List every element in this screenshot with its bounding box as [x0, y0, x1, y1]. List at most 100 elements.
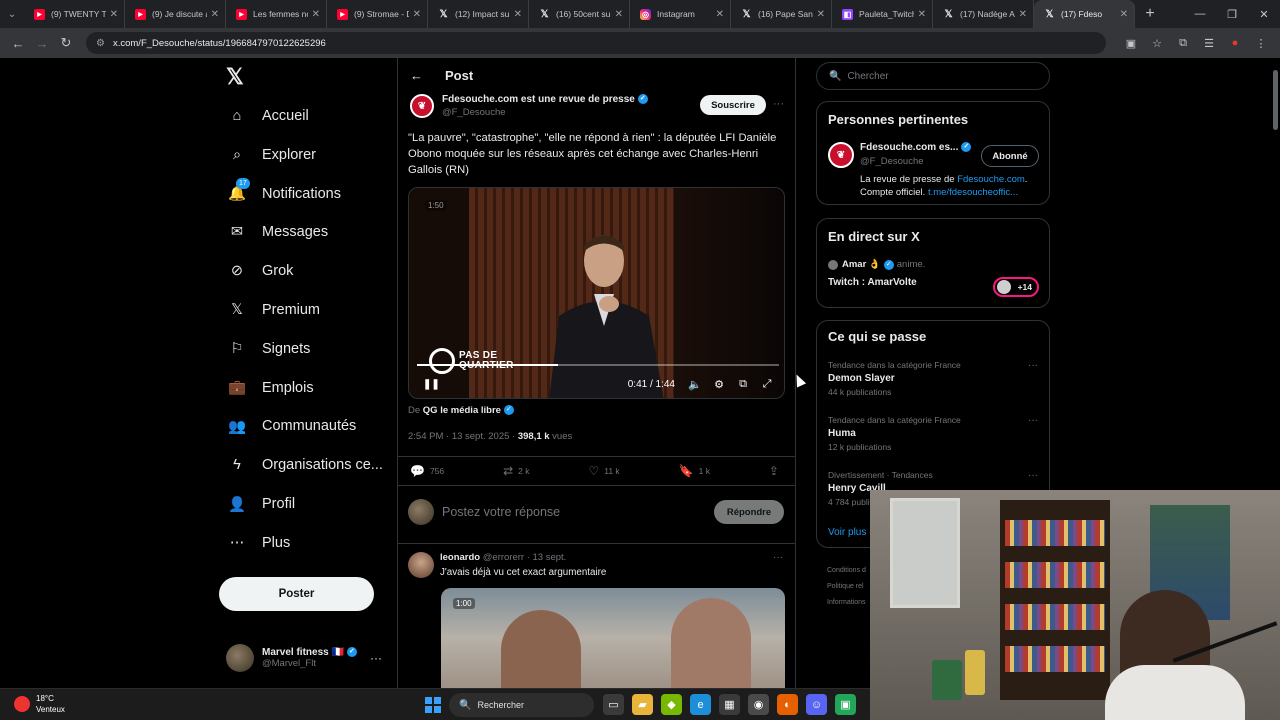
more-icon[interactable]: ··· — [1028, 470, 1038, 481]
browser-tab[interactable]: 𝕏 (16) Pape San ✕ — [731, 0, 832, 28]
search-input[interactable]: 🔍 Chercher — [816, 62, 1050, 90]
close-icon[interactable]: ✕ — [1248, 0, 1280, 28]
taskbar-search[interactable]: 🔍 Rechercher — [449, 693, 594, 717]
timestamp[interactable]: 2:54 PM · 13 sept. 2025 · — [408, 431, 518, 442]
tab-close-icon[interactable]: ✕ — [413, 9, 421, 20]
avatar[interactable]: ❦ — [828, 142, 854, 168]
reply-button[interactable]: Répondre — [714, 500, 784, 524]
task-view-icon[interactable]: ▭ — [603, 694, 624, 715]
edge-icon[interactable]: e — [690, 694, 711, 715]
more-icon[interactable]: ··· — [370, 651, 382, 665]
weather-widget[interactable]: 18°C Venteux — [14, 693, 65, 715]
nav-item[interactable]: 👥 Communautés — [226, 412, 356, 440]
browser-tab[interactable]: 𝕏 (12) Impact su ✕ — [428, 0, 529, 28]
repost-action[interactable]: ⇄ 2 k — [503, 464, 529, 478]
tab-close-icon[interactable]: ✕ — [211, 9, 219, 20]
trend-item[interactable]: Tendance dans la catégorie France Demon S… — [828, 360, 1038, 397]
extensions-icon[interactable]: ⧉ — [1172, 32, 1194, 54]
bookmark-star-icon[interactable]: ☆ — [1146, 32, 1168, 54]
file-explorer-icon[interactable]: ▰ — [632, 694, 653, 715]
settings-icon[interactable]: ⚙ — [707, 378, 731, 391]
tab-close-icon[interactable]: ✕ — [312, 9, 320, 20]
tab-close-icon[interactable]: ✕ — [817, 9, 825, 20]
reply-video[interactable]: 1:00 — [441, 588, 785, 688]
app-icon[interactable]: ▣ — [835, 694, 856, 715]
tab-close-icon[interactable]: ✕ — [615, 9, 623, 20]
more-icon[interactable]: ··· — [773, 98, 784, 110]
footer-link[interactable]: Politique rel — [827, 579, 866, 595]
install-app-icon[interactable]: ▣ — [1120, 32, 1142, 54]
nav-item[interactable]: ⌂ Accueil — [226, 102, 309, 130]
tab-close-icon[interactable]: ✕ — [1019, 9, 1027, 20]
tab-close-icon[interactable]: ✕ — [514, 9, 522, 20]
reply-action[interactable]: 💬 756 — [410, 464, 444, 478]
minimize-icon[interactable]: — — [1184, 0, 1216, 28]
back-arrow-icon[interactable]: ← — [410, 68, 423, 83]
back-icon[interactable]: ← — [6, 31, 30, 55]
nav-item[interactable]: ϟ Organisations ce... — [226, 451, 383, 479]
nav-item[interactable]: ✉ Messages — [226, 218, 328, 246]
discord-icon[interactable]: ☺ — [806, 694, 827, 715]
browser-tab[interactable]: ▶ (9) TWENTY TW ✕ — [24, 0, 125, 28]
more-icon[interactable]: ··· — [773, 552, 783, 563]
author-avatar[interactable]: ❦ — [410, 94, 434, 118]
new-tab-button[interactable]: + — [1135, 5, 1165, 23]
browser-tab[interactable]: ◧ Pauleta_Twitch ✕ — [832, 0, 933, 28]
see-more-link[interactable]: Voir plus — [828, 527, 866, 538]
windows-start-icon[interactable] — [425, 697, 441, 713]
x-logo-icon[interactable]: 𝕏 — [226, 64, 244, 90]
store-icon[interactable]: ▦ — [719, 694, 740, 715]
nvidia-icon[interactable]: ◆ — [661, 694, 682, 715]
reply-author-name[interactable]: leonardo — [440, 552, 480, 563]
video-player[interactable]: 1:50 PAS DEQUARTIER ❚❚ 0:41 / 1:44 🔈 ⚙ ⧉… — [408, 187, 785, 399]
subscribe-button[interactable]: Souscrire — [700, 95, 766, 115]
site-info-icon[interactable]: ⚙ — [96, 38, 105, 49]
browser-tab[interactable]: 𝕏 (17) Nadège A ✕ — [933, 0, 1034, 28]
following-button[interactable]: Abonné — [981, 145, 1039, 167]
source-link[interactable]: QG le média libre — [423, 405, 501, 416]
bio-link[interactable]: Fdesouche.com — [957, 174, 1025, 185]
picture-in-picture-icon[interactable]: ⧉ — [731, 378, 755, 391]
author-name[interactable]: Fdesouche.com est une revue de presse ✓ — [442, 94, 648, 105]
fullscreen-icon[interactable]: ⤢ — [755, 378, 779, 391]
author-handle[interactable]: @F_Desouche — [442, 107, 648, 118]
reading-list-icon[interactable]: ☰ — [1198, 32, 1220, 54]
browser-tab[interactable]: 𝕏 (16) 50cent su ✕ — [529, 0, 630, 28]
live-title[interactable]: Twitch : AmarVolte — [828, 277, 917, 288]
nav-item[interactable]: 👤 Profil — [226, 490, 295, 518]
nav-item[interactable]: 🔔 17 Notifications — [226, 177, 341, 208]
avatar[interactable] — [408, 552, 434, 578]
tab-close-icon[interactable]: ✕ — [110, 9, 118, 20]
volume-icon[interactable]: 🔈 — [683, 378, 707, 391]
nav-item[interactable]: ⋯ Plus — [226, 529, 290, 557]
tab-close-icon[interactable]: ✕ — [1120, 9, 1128, 20]
browser-tab[interactable]: ▶ (9) Stromae - D ✕ — [327, 0, 428, 28]
maximize-icon[interactable]: ❐ — [1216, 0, 1248, 28]
tab-close-icon[interactable]: ✕ — [716, 9, 724, 20]
nav-item[interactable]: ⌕ Explorer — [226, 141, 316, 169]
video-progress-bar[interactable] — [417, 364, 779, 366]
profile-icon[interactable]: ● — [1224, 32, 1246, 54]
more-icon[interactable]: ··· — [1028, 360, 1038, 371]
footer-link[interactable]: Informations — [827, 595, 866, 611]
nav-item[interactable]: 𝕏 Premium — [226, 296, 320, 324]
live-host[interactable]: Amar 👌 ✓ anime. — [828, 259, 925, 270]
url-input[interactable]: ⚙ x.com/F_Desouche/status/19668479701226… — [86, 32, 1106, 54]
nav-item[interactable]: ⚐ Signets — [226, 335, 311, 363]
account-switcher[interactable]: Marvel fitness 🇫🇷 ✓ @Marvel_Flt ··· — [226, 643, 386, 673]
trend-item[interactable]: Tendance dans la catégorie France Huma 12 … — [828, 415, 1038, 452]
like-action[interactable]: ♡ 11 k — [588, 464, 619, 478]
pause-icon[interactable]: ❚❚ — [423, 379, 440, 390]
firefox-icon[interactable]: ◐ — [777, 694, 798, 715]
share-action[interactable]: ⇪ — [769, 464, 784, 478]
tab-close-icon[interactable]: ✕ — [918, 9, 926, 20]
person-name[interactable]: Fdesouche.com es... ✓ — [860, 142, 972, 153]
chrome-icon[interactable]: ◉ — [748, 694, 769, 715]
nav-item[interactable]: 💼 Emplois — [226, 374, 314, 402]
reply-input[interactable]: Postez votre réponse — [442, 505, 560, 519]
nav-item[interactable]: ⊘ Grok — [226, 257, 294, 285]
more-icon[interactable]: ··· — [1028, 415, 1038, 426]
scrollbar-thumb[interactable] — [1273, 70, 1278, 130]
browser-tab[interactable]: 𝕏 (17) Fdeso ✕ — [1034, 0, 1135, 28]
browser-menu-icon[interactable]: ⋮ — [1250, 32, 1272, 54]
